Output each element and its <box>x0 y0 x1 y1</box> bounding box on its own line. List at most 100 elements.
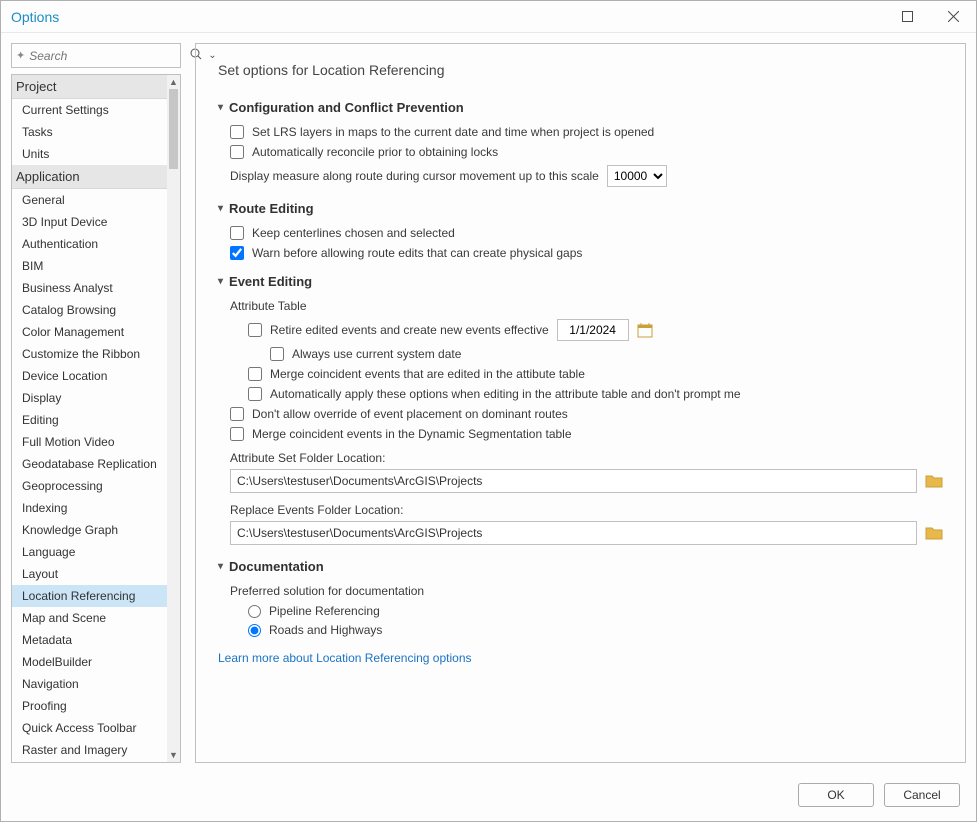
checkbox-merge-dyn[interactable] <box>230 427 244 441</box>
opt-auto-reconcile[interactable]: Automatically reconcile prior to obtaini… <box>230 145 943 159</box>
nav-group-application[interactable]: Application <box>12 165 167 189</box>
label-merge-dyn: Merge coincident events in the Dynamic S… <box>252 427 572 441</box>
calendar-icon[interactable] <box>637 322 653 338</box>
nav-item[interactable]: Navigation <box>12 673 167 695</box>
checkbox-auto-reconcile[interactable] <box>230 145 244 159</box>
radio-pipeline[interactable]: Pipeline Referencing <box>248 604 943 618</box>
label-always-current: Always use current system date <box>292 347 461 361</box>
subheading-attr-table: Attribute Table <box>230 299 943 313</box>
nav-item[interactable]: Units <box>12 143 167 165</box>
checkbox-set-lrs[interactable] <box>230 125 244 139</box>
nav-item[interactable]: Map and Scene <box>12 607 167 629</box>
opt-always-current[interactable]: Always use current system date <box>270 347 943 361</box>
section-event-header[interactable]: ▾ Event Editing <box>218 274 943 289</box>
section-route-header[interactable]: ▾ Route Editing <box>218 201 943 216</box>
nav-item[interactable]: Indexing <box>12 497 167 519</box>
nav-item[interactable]: Quick Access Toolbar <box>12 717 167 739</box>
nav-scroll: Project Current SettingsTasksUnits Appli… <box>12 75 167 762</box>
section-config-title: Configuration and Conflict Prevention <box>229 100 464 115</box>
section-doc-title: Documentation <box>229 559 324 574</box>
sparkle-icon: ✦ <box>16 49 25 62</box>
nav-item[interactable]: Language <box>12 541 167 563</box>
checkbox-retire[interactable] <box>248 323 262 337</box>
radio-roads-input[interactable] <box>248 624 261 637</box>
opt-merge-attr[interactable]: Merge coincident events that are edited … <box>248 367 943 381</box>
nav-item[interactable]: Business Analyst <box>12 277 167 299</box>
label-set-lrs: Set LRS layers in maps to the current da… <box>252 125 654 139</box>
radio-roads[interactable]: Roads and Highways <box>248 623 943 637</box>
nav-item[interactable]: Authentication <box>12 233 167 255</box>
label-retire: Retire edited events and create new even… <box>270 323 549 337</box>
row-attr-set-path <box>230 469 943 493</box>
checkbox-auto-apply[interactable] <box>248 387 262 401</box>
section-route-title: Route Editing <box>229 201 314 216</box>
nav-item[interactable]: Editing <box>12 409 167 431</box>
label-pipeline: Pipeline Referencing <box>269 604 380 618</box>
label-replace-folder: Replace Events Folder Location: <box>230 503 943 517</box>
scale-select[interactable]: 10000 <box>607 165 667 187</box>
label-auto-reconcile: Automatically reconcile prior to obtaini… <box>252 145 498 159</box>
nav-item[interactable]: Geoprocessing <box>12 475 167 497</box>
nav-item[interactable]: Layout <box>12 563 167 585</box>
opt-warn-gaps[interactable]: Warn before allowing route edits that ca… <box>230 246 943 260</box>
checkbox-merge-attr[interactable] <box>248 367 262 381</box>
nav-item[interactable]: Catalog Browsing <box>12 299 167 321</box>
nav-item[interactable]: Full Motion Video <box>12 431 167 453</box>
nav-item[interactable]: BIM <box>12 255 167 277</box>
page-title: Set options for Location Referencing <box>218 62 943 78</box>
nav-item[interactable]: Tasks <box>12 121 167 143</box>
checkbox-dont-override[interactable] <box>230 407 244 421</box>
search-box[interactable]: ✦ ⌄ <box>11 43 181 68</box>
opt-display-measure: Display measure along route during curso… <box>230 165 943 187</box>
titlebar-controls <box>884 1 976 32</box>
nav-item[interactable]: Raster and Imagery <box>12 739 167 761</box>
maximize-button[interactable] <box>884 1 930 32</box>
scroll-up-icon[interactable]: ▲ <box>167 75 180 89</box>
nav-item[interactable]: Device Location <box>12 365 167 387</box>
learn-more-link[interactable]: Learn more about Location Referencing op… <box>218 651 943 665</box>
nav-item[interactable]: Customize the Ribbon <box>12 343 167 365</box>
nav-item[interactable]: Geodatabase Replication <box>12 453 167 475</box>
browse-replace-button[interactable] <box>925 525 943 541</box>
nav-item[interactable]: 3D Input Device <box>12 211 167 233</box>
scroll-down-icon[interactable]: ▼ <box>167 748 180 762</box>
opt-merge-dyn[interactable]: Merge coincident events in the Dynamic S… <box>230 427 943 441</box>
nav-item[interactable]: Proofing <box>12 695 167 717</box>
nav-scrollbar[interactable]: ▲ ▼ <box>167 75 180 762</box>
nav-item[interactable]: ModelBuilder <box>12 651 167 673</box>
nav-item[interactable]: Current Settings <box>12 99 167 121</box>
scroll-track[interactable] <box>167 89 180 748</box>
cancel-button[interactable]: Cancel <box>884 783 960 807</box>
opt-auto-apply[interactable]: Automatically apply these options when e… <box>248 387 943 401</box>
browse-attr-set-button[interactable] <box>925 473 943 489</box>
opt-retire[interactable]: Retire edited events and create new even… <box>248 319 943 341</box>
nav-item[interactable]: Metadata <box>12 629 167 651</box>
chevron-down-icon: ▾ <box>218 561 223 572</box>
checkbox-keep-centerlines[interactable] <box>230 226 244 240</box>
attr-set-path-input[interactable] <box>230 469 917 493</box>
scroll-thumb[interactable] <box>169 89 178 169</box>
row-replace-path <box>230 521 943 545</box>
replace-path-input[interactable] <box>230 521 917 545</box>
radio-pipeline-input[interactable] <box>248 605 261 618</box>
nav-item[interactable]: Color Management <box>12 321 167 343</box>
search-input[interactable] <box>29 49 186 63</box>
checkbox-warn-gaps[interactable] <box>230 246 244 260</box>
content-panel: Set options for Location Referencing ▾ C… <box>195 43 966 763</box>
body: ✦ ⌄ Project Current SettingsTasksUnits A… <box>1 33 976 773</box>
close-button[interactable] <box>930 1 976 32</box>
label-attr-set-folder: Attribute Set Folder Location: <box>230 451 943 465</box>
nav-item[interactable]: Knowledge Graph <box>12 519 167 541</box>
opt-keep-centerlines[interactable]: Keep centerlines chosen and selected <box>230 226 943 240</box>
opt-dont-override[interactable]: Don't allow override of event placement … <box>230 407 943 421</box>
nav-item[interactable]: General <box>12 189 167 211</box>
retire-date-input[interactable] <box>557 319 629 341</box>
ok-button[interactable]: OK <box>798 783 874 807</box>
nav-group-project[interactable]: Project <box>12 75 167 99</box>
section-config-header[interactable]: ▾ Configuration and Conflict Prevention <box>218 100 943 115</box>
nav-item[interactable]: Location Referencing <box>12 585 167 607</box>
checkbox-always-current[interactable] <box>270 347 284 361</box>
opt-set-lrs[interactable]: Set LRS layers in maps to the current da… <box>230 125 943 139</box>
section-doc-header[interactable]: ▾ Documentation <box>218 559 943 574</box>
nav-item[interactable]: Display <box>12 387 167 409</box>
